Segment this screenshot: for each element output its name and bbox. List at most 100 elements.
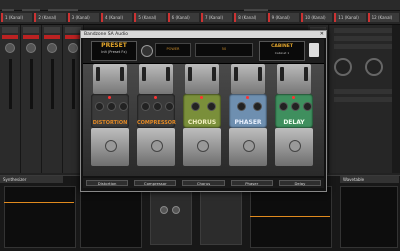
scrollbar[interactable] (392, 25, 400, 173)
power-display: POWER (155, 43, 191, 57)
track-header[interactable]: 12 (Kanal) (367, 13, 399, 22)
output-jack-icon (212, 67, 216, 81)
mixer-channel[interactable] (0, 25, 21, 173)
footswitch-icon[interactable] (289, 140, 301, 152)
device-header-left[interactable]: Synthesizer (0, 176, 63, 183)
preset-name: Init (Preset Fx) (101, 50, 127, 54)
preset-label: PRESET (101, 42, 127, 49)
footswitch[interactable] (91, 128, 129, 166)
pan-knob-icon[interactable] (26, 43, 36, 53)
pedal-chorus[interactable]: CHORUS (181, 64, 223, 172)
track-headers: 1 (Kanal) 2 (Kanal) 3 (Kanal) 4 (Kanal) … (0, 11, 400, 25)
pedal-body: COMPRESSOR (137, 94, 176, 128)
knob-icon[interactable] (207, 102, 216, 111)
mixer-channel[interactable] (42, 25, 63, 173)
pedal-selector[interactable]: Compressor (134, 180, 177, 186)
footswitch[interactable] (183, 128, 221, 166)
pedal-selector[interactable]: Distortion (86, 180, 129, 186)
mixer-channel[interactable] (21, 25, 42, 173)
knob-icon[interactable] (303, 102, 312, 111)
input-jack-icon (234, 67, 238, 81)
pedal-name: DELAY (283, 119, 305, 126)
track-header[interactable]: 4 (Kanal) (100, 13, 133, 22)
spectrum-display (250, 186, 332, 248)
pedalboard: DISTORTION COMPRESSOR CHORUS PHASER DELA… (83, 64, 324, 176)
pedal-body: PHASER (229, 94, 267, 128)
wavetable-display (340, 186, 398, 248)
power-knob-icon[interactable] (141, 45, 153, 57)
footswitch[interactable] (137, 128, 175, 166)
knob-icon[interactable] (172, 206, 180, 214)
pedal-phaser[interactable]: PHASER (227, 64, 269, 172)
pedal-compressor[interactable]: COMPRESSOR (135, 64, 177, 172)
pedal-body: DISTORTION (91, 94, 129, 128)
track-header[interactable]: 2 (Kanal) (34, 13, 66, 22)
master-panel (330, 25, 400, 173)
footswitch-icon[interactable] (151, 140, 163, 152)
output-jack-icon (120, 67, 124, 81)
input-jack-icon (280, 67, 284, 81)
led-icon (292, 96, 295, 99)
preset-display[interactable]: PRESET Init (Preset Fx) (91, 41, 137, 61)
master-knob-icon[interactable] (334, 58, 352, 76)
knob-icon[interactable] (191, 102, 200, 111)
volume-display[interactable]: 50 (195, 43, 253, 57)
footswitch-icon[interactable] (105, 140, 117, 152)
track-header[interactable]: 8 (Kanal) (234, 13, 266, 22)
pedal-name: CHORUS (187, 119, 217, 126)
knob-icon[interactable] (153, 102, 162, 111)
knob-icon[interactable] (119, 102, 128, 111)
track-header[interactable]: 9 (Kanal) (267, 13, 299, 22)
cabinet-display[interactable]: CABINET Cabinet 1 (259, 41, 305, 61)
knob-icon[interactable] (107, 102, 116, 111)
knob-icon[interactable] (95, 102, 104, 111)
pan-knob-icon[interactable] (47, 43, 57, 53)
volume-fader[interactable] (71, 59, 75, 109)
close-icon[interactable]: ✕ (320, 31, 324, 38)
window-title: Bandzone SA Audio (84, 32, 128, 37)
knob-icon[interactable] (253, 102, 262, 111)
pedal-selector[interactable]: Delay (278, 180, 322, 186)
knob-icon[interactable] (237, 102, 246, 111)
track-header[interactable]: 7 (Kanal) (200, 13, 233, 22)
knob-icon[interactable] (279, 102, 288, 111)
pedal-delay[interactable]: DELAY (273, 64, 315, 172)
output-jack-icon (304, 67, 308, 81)
led-icon (246, 96, 249, 99)
pedal-distortion[interactable]: DISTORTION (89, 64, 131, 172)
track-header[interactable]: 3 (Kanal) (67, 13, 99, 22)
envelope-display (80, 186, 142, 248)
pedal-selector[interactable]: Phaser (230, 180, 273, 186)
pan-knob-icon[interactable] (68, 43, 78, 53)
track-header[interactable]: 10 (Kanal) (300, 13, 333, 22)
pedal-selector[interactable]: Chorus (182, 180, 225, 186)
track-header[interactable]: 1 (Kanal) (1, 13, 33, 22)
volume-fader[interactable] (8, 59, 12, 109)
volume-fader[interactable] (50, 59, 54, 109)
volume-fader[interactable] (29, 59, 33, 109)
pedal-name: DISTORTION (92, 120, 128, 126)
led-icon (154, 96, 157, 99)
footswitch-icon[interactable] (243, 140, 255, 152)
footswitch-icon[interactable] (197, 140, 209, 152)
master-knob-icon[interactable] (365, 58, 384, 76)
knob-icon[interactable] (141, 102, 150, 111)
pan-knob-icon[interactable] (5, 43, 15, 53)
footswitch[interactable] (275, 128, 313, 166)
pedal-name: PHASER (234, 119, 262, 126)
input-jack-icon (142, 67, 146, 81)
led-icon (200, 96, 203, 99)
filter-section (200, 188, 242, 245)
knob-icon[interactable] (291, 102, 300, 111)
knob-icon[interactable] (160, 206, 168, 214)
track-header[interactable]: 5 (Kanal) (134, 13, 166, 22)
window-titlebar[interactable]: Bandzone SA Audio ✕ (81, 31, 326, 38)
footswitch[interactable] (229, 128, 267, 166)
top-toolbar (0, 0, 400, 15)
track-header[interactable]: 11 (Kanal) (334, 13, 366, 22)
track-header[interactable]: 6 (Kanal) (167, 13, 199, 22)
device-header-right[interactable]: Wavetable (340, 176, 399, 183)
input-jack-icon (188, 67, 192, 81)
spectrum-line (250, 216, 330, 217)
knob-icon[interactable] (165, 102, 174, 111)
